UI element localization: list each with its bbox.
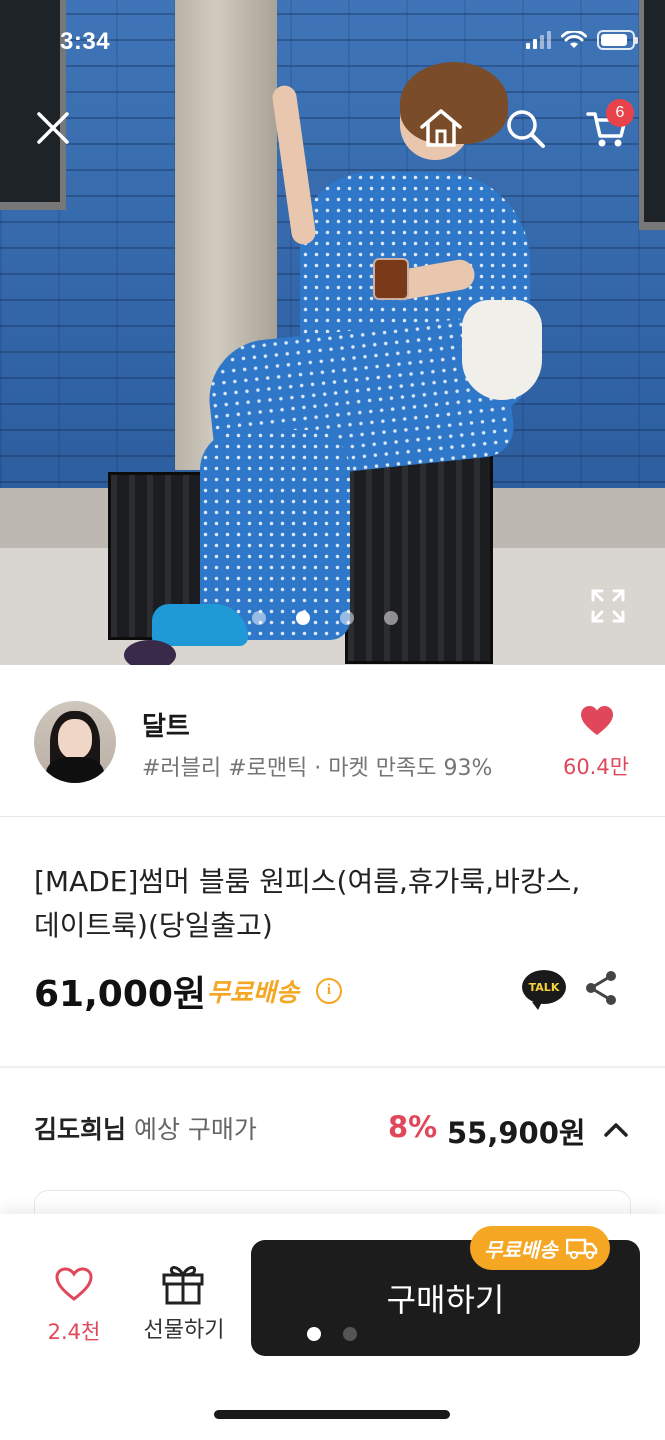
discounted-price: 55,900원: [447, 1116, 586, 1150]
gallery-dot[interactable]: [340, 611, 354, 625]
home-indicator[interactable]: [214, 1410, 450, 1419]
store-tags: #러블리 #로맨틱 · 마켓 만족도 93%: [142, 756, 493, 781]
gift-label[interactable]: 선물하기: [134, 1312, 234, 1344]
home-icon: [420, 109, 462, 147]
page-indicator: [307, 1327, 357, 1341]
close-button[interactable]: [30, 105, 76, 151]
wifi-icon: [561, 31, 587, 48]
product-title: [MADE]썸머 블룸 원피스(여름,휴가룩,바캉스, 데이트룩)(당일출고): [34, 865, 581, 942]
fullscreen-icon[interactable]: [590, 588, 626, 624]
close-icon: [37, 112, 69, 144]
chevron-up-icon[interactable]: [602, 1116, 630, 1144]
wish-button[interactable]: [44, 1266, 104, 1306]
store-avatar[interactable]: [34, 701, 116, 783]
wish-count: 2.4천: [47, 1320, 101, 1344]
product-price: 61,000원: [34, 974, 207, 1015]
share-icon[interactable]: [584, 970, 618, 1006]
store-row[interactable]: 달트 #러블리 #로맨틱 · 마켓 만족도 93% 60.4만: [0, 665, 665, 817]
signal-icon: [526, 31, 551, 49]
status-icons: [526, 30, 638, 50]
info-icon[interactable]: i: [316, 978, 342, 1004]
member-price-label: 김도희님 예상 구매가: [34, 1115, 257, 1144]
truck-icon: [565, 1238, 597, 1259]
search-button[interactable]: [502, 105, 548, 151]
discount-percent: 8%: [388, 1110, 438, 1144]
gallery-dot[interactable]: [384, 611, 398, 625]
gift-icon[interactable]: [160, 1262, 206, 1306]
section-divider: [0, 1066, 665, 1068]
store-name[interactable]: 달트: [142, 706, 190, 743]
store-like-heart-icon[interactable]: [580, 705, 614, 737]
search-icon: [507, 110, 545, 148]
kakao-talk-button[interactable]: TALK: [522, 970, 566, 1010]
status-time: 3:34: [60, 28, 111, 55]
bottom-action-bar: 2.4천 선물하기 구매하기 무료배송: [0, 1214, 665, 1440]
free-shipping-label: 무료배송: [207, 978, 300, 1007]
gallery-dot[interactable]: [252, 611, 266, 625]
page-dot: [343, 1327, 357, 1341]
store-like-count: 60.4만: [562, 755, 630, 779]
cart-count-badge: 6: [606, 99, 634, 127]
product-image[interactable]: 3:34 6: [0, 0, 665, 665]
gallery-dot-active[interactable]: [296, 611, 310, 625]
battery-icon: [597, 30, 638, 50]
heart-outline-icon: [55, 1267, 93, 1301]
free-shipping-badge: 무료배송: [470, 1226, 610, 1270]
gallery-indicator: [252, 611, 398, 625]
cart-button[interactable]: 6: [584, 99, 634, 151]
home-button[interactable]: [418, 105, 464, 151]
page-dot-active: [307, 1327, 321, 1341]
